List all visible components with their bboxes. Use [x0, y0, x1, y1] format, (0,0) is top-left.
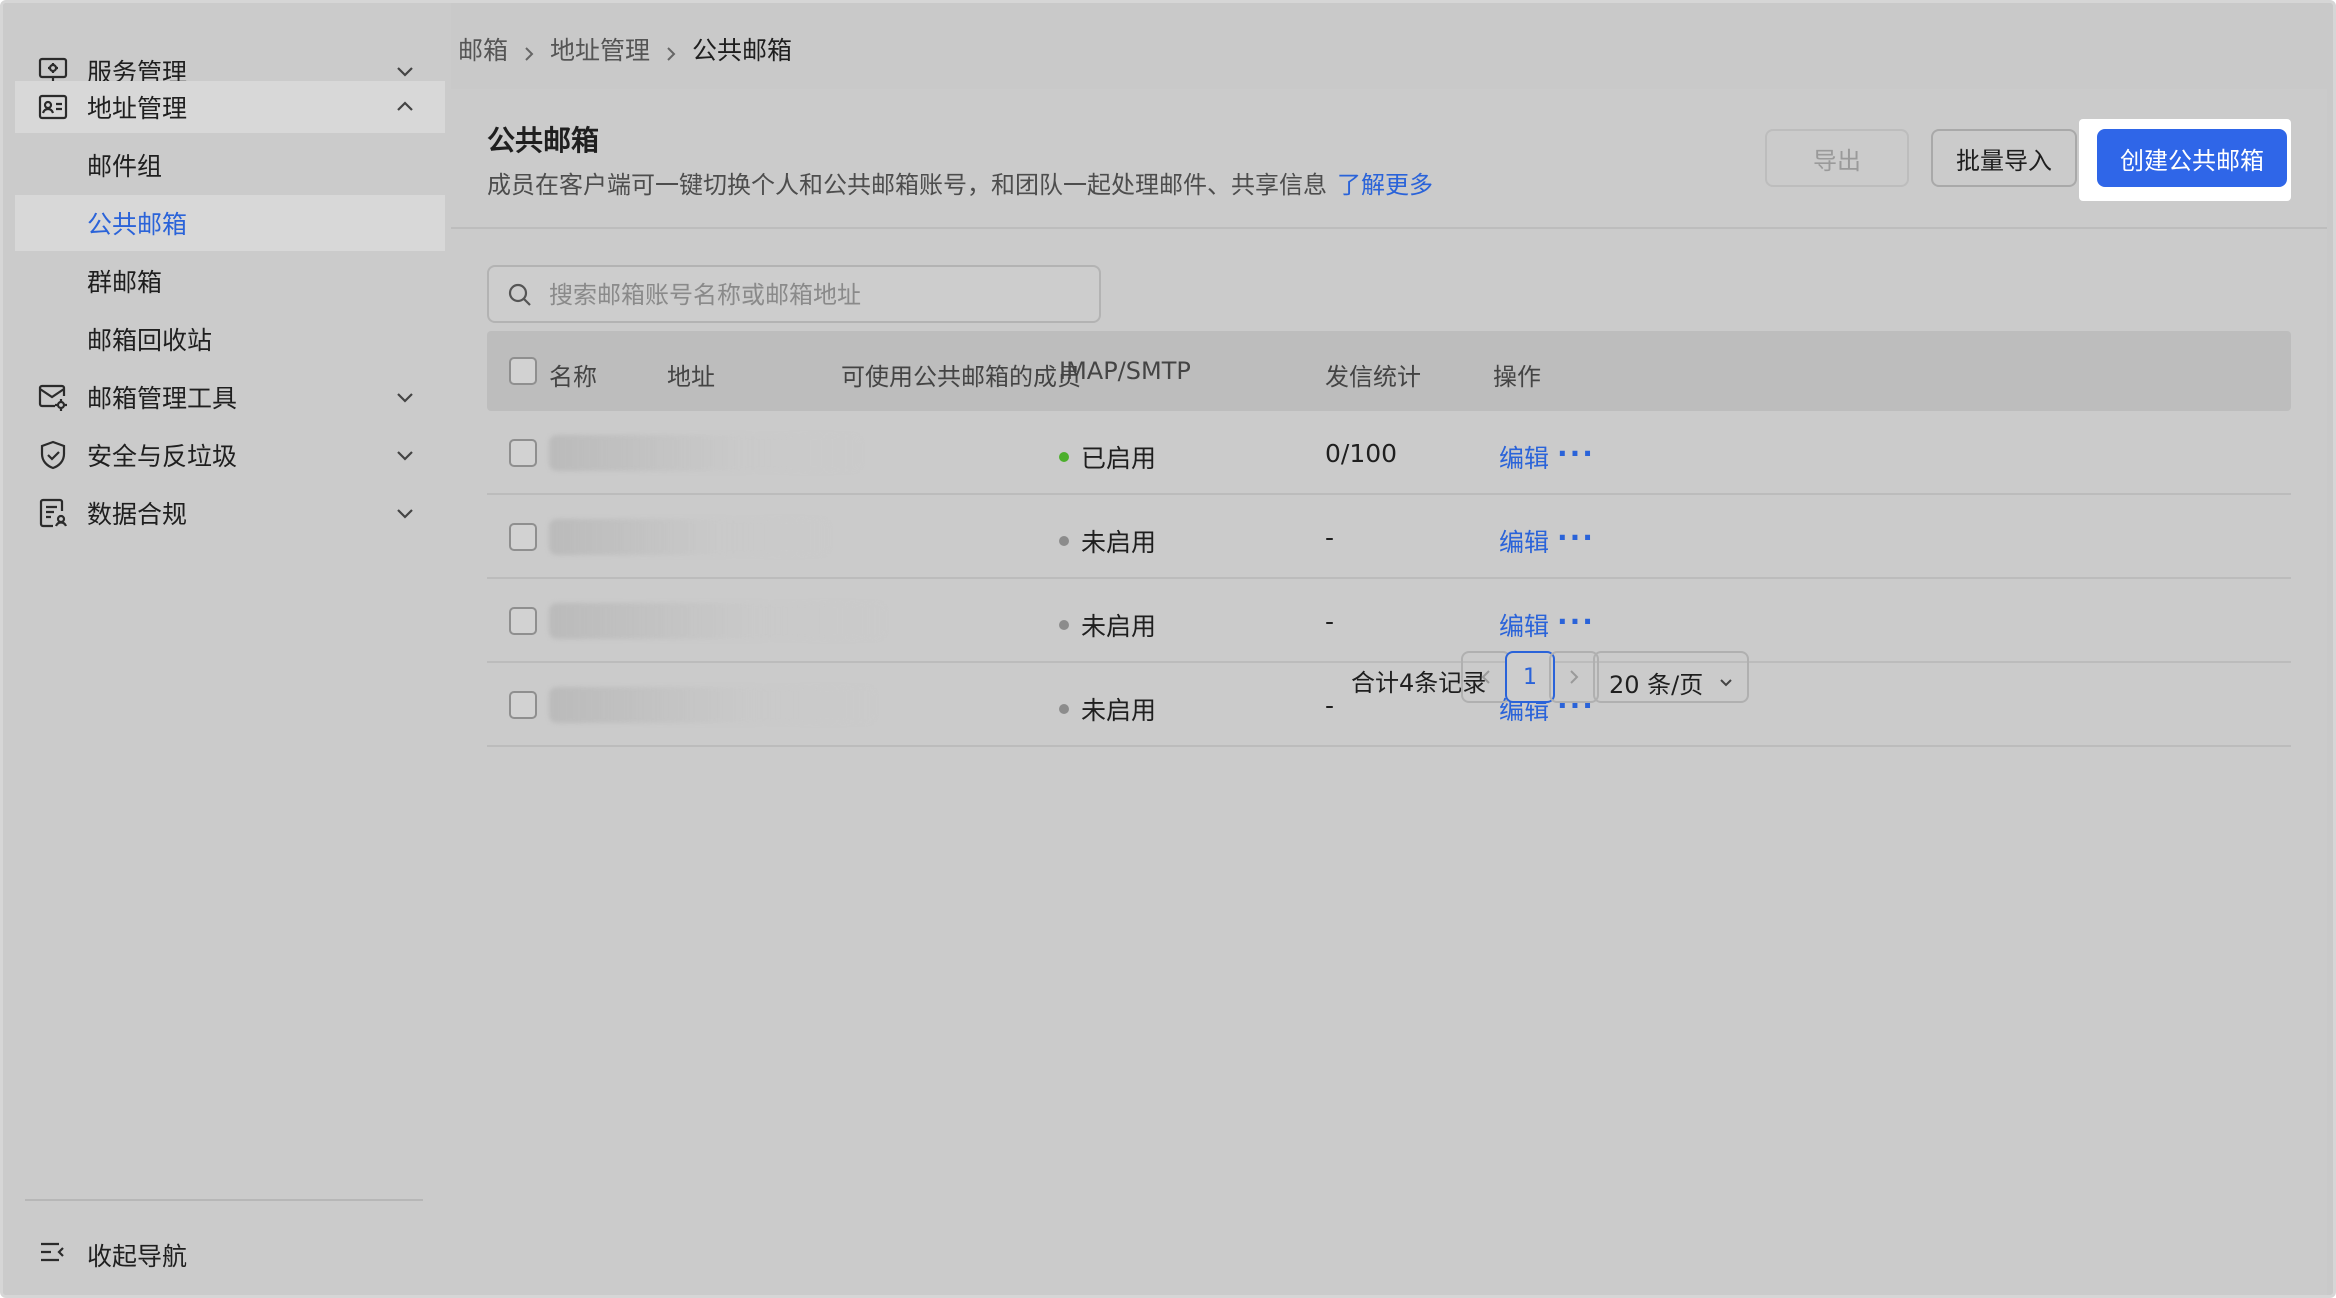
page-description: 成员在客户端可一键切换个人和公共邮箱账号，和团队一起处理邮件、共享信息 了解更多: [487, 165, 1433, 200]
collapse-nav-button[interactable]: 收起导航: [15, 1217, 445, 1287]
column-header-members: 可使用公共邮箱的成员: [841, 363, 1081, 391]
sidebar-subitem-label: 群邮箱: [87, 268, 163, 297]
sidebar: 服务管理 地址管理 邮件组 公共邮箱 群邮箱 邮箱回收站 邮箱管理工具 安全与反…: [3, 3, 451, 1295]
chevron-up-icon: [393, 95, 417, 119]
send-stats: 0/100: [1325, 439, 1398, 468]
breadcrumb-item-current: 公共邮箱: [692, 36, 793, 65]
sidebar-item-data-compliance[interactable]: 数据合规: [15, 475, 445, 551]
column-header-imap-smtp: IMAP/SMTP: [1059, 357, 1191, 385]
column-header-address: 地址: [667, 363, 715, 391]
table-row: 未启用 - 编辑 ···: [487, 495, 2291, 579]
address-card-icon: [37, 91, 69, 123]
search-box[interactable]: [487, 265, 1101, 323]
sidebar-subitem-label: 邮箱回收站: [87, 326, 213, 355]
status-dot-enabled: [1059, 452, 1069, 462]
sidebar-item-label: 安全与反垃圾: [87, 442, 238, 471]
sidebar-item-label: 邮箱管理工具: [87, 384, 238, 413]
imap-status-text: 已启用: [1081, 444, 1157, 473]
page-size-select[interactable]: 20 条/页: [1593, 651, 1749, 703]
row-checkbox[interactable]: [509, 607, 537, 635]
imap-status-text: 未启用: [1081, 612, 1157, 641]
column-header-send-stats: 发信统计: [1325, 363, 1421, 391]
select-all-checkbox[interactable]: [509, 357, 537, 385]
chevron-down-icon: [393, 501, 417, 525]
create-public-mailbox-button[interactable]: 创建公共邮箱: [2097, 129, 2287, 187]
chevron-down-icon: [393, 385, 417, 409]
export-button[interactable]: 导出: [1765, 129, 1909, 187]
collapse-sidebar-icon: [37, 1237, 67, 1267]
imap-status: 未启用: [1059, 523, 1156, 559]
next-page-button[interactable]: [1549, 651, 1599, 703]
prev-page-button[interactable]: [1461, 651, 1511, 703]
sidebar-subitem-label: 邮件组: [87, 152, 163, 181]
redacted-content: [549, 519, 829, 555]
description-text: 成员在客户端可一键切换个人和公共邮箱账号，和团队一起处理邮件、共享信息: [487, 171, 1327, 199]
page-header: 公共邮箱 成员在客户端可一键切换个人和公共邮箱账号，和团队一起处理邮件、共享信息…: [451, 89, 2327, 229]
sidebar-item-label: 数据合规: [87, 500, 188, 529]
chevron-right-icon: [662, 40, 680, 61]
search-input[interactable]: [549, 279, 1079, 311]
chevron-down-icon: [393, 443, 417, 467]
sidebar-subitem-label: 公共邮箱: [87, 210, 188, 239]
more-actions-icon[interactable]: ···: [1557, 605, 1595, 638]
pagination: 合计4条记录 1 20 条/页: [487, 649, 2291, 705]
column-header-actions: 操作: [1493, 363, 1541, 391]
sidebar-divider: [25, 1199, 423, 1201]
batch-import-button[interactable]: 批量导入: [1931, 129, 2077, 187]
edit-link[interactable]: 编辑: [1499, 607, 1549, 643]
imap-status-text: 未启用: [1081, 528, 1157, 557]
breadcrumb: 邮箱 地址管理 公共邮箱: [458, 33, 792, 65]
search-icon: [507, 282, 533, 308]
send-stats: -: [1325, 523, 1335, 552]
table-header: 名称 地址 可使用公共邮箱的成员 IMAP/SMTP 发信统计 操作: [487, 331, 2291, 411]
chevron-down-icon: [1717, 669, 1735, 687]
chevron-right-icon: [1570, 670, 1579, 684]
column-header-name: 名称: [549, 363, 597, 391]
page-title: 公共邮箱: [487, 124, 600, 157]
chevron-down-icon: [393, 59, 417, 83]
mail-settings-icon: [37, 381, 69, 413]
row-checkbox[interactable]: [509, 523, 537, 551]
data-compliance-icon: [37, 497, 69, 529]
page-button-current[interactable]: 1: [1505, 651, 1555, 703]
learn-more-link[interactable]: 了解更多: [1337, 171, 1433, 199]
row-checkbox[interactable]: [509, 439, 537, 467]
app-window: 服务管理 地址管理 邮件组 公共邮箱 群邮箱 邮箱回收站 邮箱管理工具 安全与反…: [0, 0, 2336, 1298]
imap-status: 已启用: [1059, 439, 1156, 475]
imap-status: 未启用: [1059, 607, 1156, 643]
status-dot-disabled: [1059, 536, 1069, 546]
more-actions-icon[interactable]: ···: [1557, 437, 1595, 470]
send-stats: -: [1325, 607, 1335, 636]
main-panel: 公共邮箱 成员在客户端可一键切换个人和公共邮箱账号，和团队一起处理邮件、共享信息…: [451, 89, 2327, 1295]
redacted-content: [549, 435, 861, 471]
collapse-nav-label: 收起导航: [87, 1242, 188, 1271]
edit-link[interactable]: 编辑: [1499, 439, 1549, 475]
shield-check-icon: [37, 439, 69, 471]
chevron-left-icon: [1481, 670, 1490, 684]
table-row: 已启用 0/100 编辑 ···: [487, 411, 2291, 495]
status-dot-disabled: [1059, 704, 1069, 714]
edit-link[interactable]: 编辑: [1499, 523, 1549, 559]
chevron-right-icon: [520, 40, 538, 61]
more-actions-icon[interactable]: ···: [1557, 521, 1595, 554]
breadcrumb-item-address-management[interactable]: 地址管理: [550, 31, 650, 67]
page-size-value: 20 条/页: [1609, 671, 1704, 699]
status-dot-disabled: [1059, 620, 1069, 630]
sidebar-item-label: 地址管理: [87, 94, 188, 123]
breadcrumb-item-mailbox[interactable]: 邮箱: [458, 31, 508, 67]
redacted-content: [549, 603, 885, 639]
